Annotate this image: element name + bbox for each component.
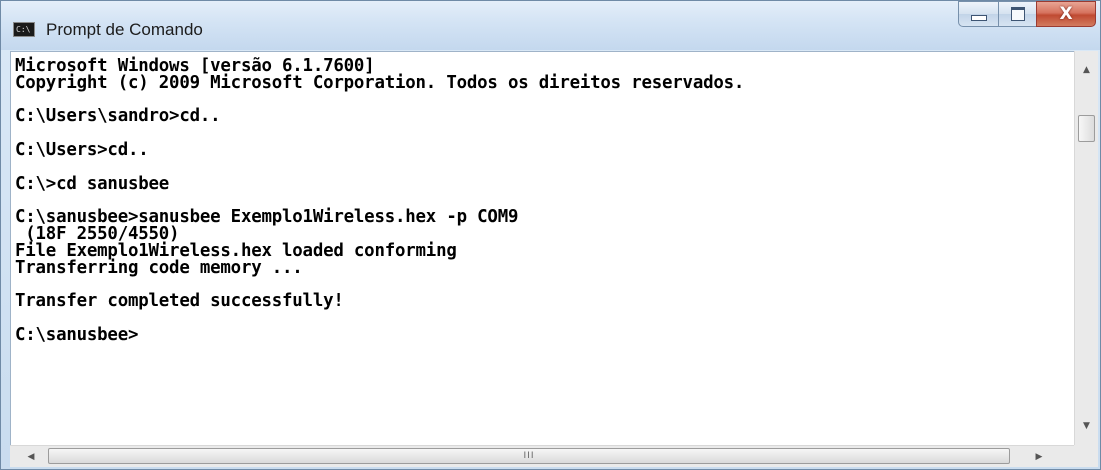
console-line: Transferring code memory ... (15, 257, 303, 278)
command-prompt-window: C:\ Prompt de Comando X Microsoft Window… (0, 0, 1101, 470)
vertical-scroll-thumb[interactable] (1078, 115, 1095, 142)
horizontal-scroll-thumb[interactable]: III (48, 448, 1010, 464)
title-bar[interactable]: C:\ Prompt de Comando X (1, 1, 1100, 50)
console-line: Copyright (c) 2009 Microsoft Corporation… (15, 72, 745, 93)
scroll-up-arrow-icon[interactable]: ▲ (1075, 59, 1098, 81)
console-line: C:\sanusbee> (15, 324, 139, 345)
minimize-button[interactable] (958, 1, 998, 27)
console-output[interactable]: Microsoft Windows [versão 6.1.7600] Copyr… (10, 51, 1075, 446)
maximize-icon (1010, 7, 1025, 21)
console-line: C:\>cd sanusbee (15, 173, 170, 194)
close-button[interactable]: X (1036, 1, 1096, 27)
horizontal-scrollbar[interactable]: ◀ III ▶ (10, 445, 1074, 467)
console-line: C:\Users>cd.. (15, 139, 149, 160)
console-lines: Microsoft Windows [versão 6.1.7600] Copyr… (15, 57, 745, 345)
close-icon: X (1059, 4, 1073, 24)
scroll-down-arrow-icon[interactable]: ▼ (1075, 415, 1098, 437)
maximize-button[interactable] (998, 1, 1036, 27)
window-title: Prompt de Comando (46, 20, 203, 39)
vertical-scrollbar[interactable]: ▲ ▼ (1074, 51, 1098, 445)
console-line: Transfer completed successfully! (15, 291, 344, 312)
scroll-right-arrow-icon[interactable]: ▶ (1026, 446, 1052, 467)
scroll-left-arrow-icon[interactable]: ◀ (18, 446, 44, 467)
caption-buttons: X (958, 1, 1096, 31)
cmd-icon-text: C:\ (16, 25, 31, 34)
size-grip[interactable] (1074, 445, 1098, 467)
cmd-icon[interactable]: C:\ (13, 22, 35, 37)
minimize-icon (970, 15, 987, 21)
grip-icon: III (523, 451, 535, 461)
console-line: C:\Users\sandro>cd.. (15, 106, 221, 127)
